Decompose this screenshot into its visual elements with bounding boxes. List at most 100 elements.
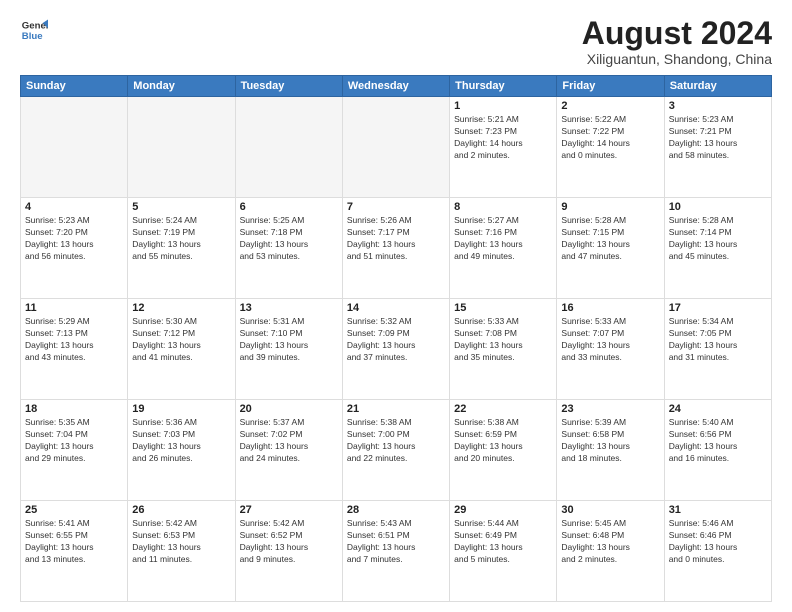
week-row-2: 4Sunrise: 5:23 AM Sunset: 7:20 PM Daylig… bbox=[21, 198, 772, 299]
table-cell: 15Sunrise: 5:33 AM Sunset: 7:08 PM Dayli… bbox=[450, 299, 557, 400]
week-row-4: 18 Sunrise: 5:35 AM Sunset: 7:04 PM Dayli… bbox=[21, 400, 772, 501]
day-number: 18 bbox=[25, 403, 123, 415]
table-cell: 25 Sunrise: 5:41 AM Sunset: 6:55 PM Dayli… bbox=[21, 501, 128, 602]
day-info: Sunrise: 5:38 AM Sunset: 7:00 PM Dayligh… bbox=[347, 417, 445, 465]
table-cell: 1Sunrise: 5:21 AM Sunset: 7:23 PM Daylig… bbox=[450, 97, 557, 198]
table-cell: 11 Sunrise: 5:29 AM Sunset: 7:13 PM Dayli… bbox=[21, 299, 128, 400]
table-cell: 2 Sunrise: 5:22 AM Sunset: 7:22 PM Daylig… bbox=[557, 97, 664, 198]
table-cell: 5 Sunrise: 5:24 AM Sunset: 7:19 PM Daylig… bbox=[128, 198, 235, 299]
header-saturday: Saturday bbox=[664, 76, 771, 97]
table-cell: 24 Sunrise: 5:40 AM Sunset: 6:56 PM Dayli… bbox=[664, 400, 771, 501]
day-number: 11 bbox=[25, 302, 123, 314]
logo-icon: General Blue bbox=[20, 16, 48, 44]
day-info: Sunrise: 5:29 AM Sunset: 7:13 PM Dayligh… bbox=[25, 316, 123, 364]
day-info: Sunrise: 5:36 AM Sunset: 7:03 PM Dayligh… bbox=[132, 417, 230, 465]
table-cell: 20 Sunrise: 5:37 AM Sunset: 7:02 PM Dayli… bbox=[235, 400, 342, 501]
table-cell bbox=[342, 97, 449, 198]
header-tuesday: Tuesday bbox=[235, 76, 342, 97]
day-info: Sunrise: 5:35 AM Sunset: 7:04 PM Dayligh… bbox=[25, 417, 123, 465]
day-number: 17 bbox=[669, 302, 767, 314]
logo: General Blue bbox=[20, 16, 48, 44]
weekday-header-row: Sunday Monday Tuesday Wednesday Thursday… bbox=[21, 76, 772, 97]
day-info: Sunrise: 5:46 AM Sunset: 6:46 PM Dayligh… bbox=[669, 518, 767, 566]
header-monday: Monday bbox=[128, 76, 235, 97]
day-info: Sunrise: 5:30 AM Sunset: 7:12 PM Dayligh… bbox=[132, 316, 230, 364]
table-cell: 30 Sunrise: 5:45 AM Sunset: 6:48 PM Dayli… bbox=[557, 501, 664, 602]
table-cell: 23 Sunrise: 5:39 AM Sunset: 6:58 PM Dayli… bbox=[557, 400, 664, 501]
table-cell bbox=[21, 97, 128, 198]
day-info: Sunrise: 5:42 AM Sunset: 6:53 PM Dayligh… bbox=[132, 518, 230, 566]
day-number: 13 bbox=[240, 302, 338, 314]
day-number: 19 bbox=[132, 403, 230, 415]
day-info: Sunrise: 5:26 AM Sunset: 7:17 PM Dayligh… bbox=[347, 215, 445, 263]
day-number: 10 bbox=[669, 201, 767, 213]
day-number: 22 bbox=[454, 403, 552, 415]
day-info: Sunrise: 5:32 AM Sunset: 7:09 PM Dayligh… bbox=[347, 316, 445, 364]
table-cell: 18 Sunrise: 5:35 AM Sunset: 7:04 PM Dayli… bbox=[21, 400, 128, 501]
calendar-title: August 2024 bbox=[582, 16, 772, 51]
table-cell: 4Sunrise: 5:23 AM Sunset: 7:20 PM Daylig… bbox=[21, 198, 128, 299]
table-cell: 13 Sunrise: 5:31 AM Sunset: 7:10 PM Dayli… bbox=[235, 299, 342, 400]
day-number: 5 bbox=[132, 201, 230, 213]
day-number: 14 bbox=[347, 302, 445, 314]
day-info: Sunrise: 5:24 AM Sunset: 7:19 PM Dayligh… bbox=[132, 215, 230, 263]
header: General Blue August 2024 Xiliguantun, Sh… bbox=[20, 16, 772, 67]
table-cell: 31 Sunrise: 5:46 AM Sunset: 6:46 PM Dayli… bbox=[664, 501, 771, 602]
day-info: Sunrise: 5:31 AM Sunset: 7:10 PM Dayligh… bbox=[240, 316, 338, 364]
day-number: 8 bbox=[454, 201, 552, 213]
table-cell: 27 Sunrise: 5:42 AM Sunset: 6:52 PM Dayli… bbox=[235, 501, 342, 602]
day-info: Sunrise: 5:41 AM Sunset: 6:55 PM Dayligh… bbox=[25, 518, 123, 566]
day-number: 1 bbox=[454, 100, 552, 112]
header-sunday: Sunday bbox=[21, 76, 128, 97]
table-cell: 7 Sunrise: 5:26 AM Sunset: 7:17 PM Daylig… bbox=[342, 198, 449, 299]
day-info: Sunrise: 5:25 AM Sunset: 7:18 PM Dayligh… bbox=[240, 215, 338, 263]
day-number: 27 bbox=[240, 504, 338, 516]
day-number: 28 bbox=[347, 504, 445, 516]
table-cell: 22 Sunrise: 5:38 AM Sunset: 6:59 PM Dayli… bbox=[450, 400, 557, 501]
day-number: 26 bbox=[132, 504, 230, 516]
header-thursday: Thursday bbox=[450, 76, 557, 97]
day-info: Sunrise: 5:22 AM Sunset: 7:22 PM Dayligh… bbox=[561, 114, 659, 162]
table-cell: 14 Sunrise: 5:32 AM Sunset: 7:09 PM Dayli… bbox=[342, 299, 449, 400]
calendar-table: Sunday Monday Tuesday Wednesday Thursday… bbox=[20, 75, 772, 602]
day-info: Sunrise: 5:27 AM Sunset: 7:16 PM Dayligh… bbox=[454, 215, 552, 263]
week-row-1: 1Sunrise: 5:21 AM Sunset: 7:23 PM Daylig… bbox=[21, 97, 772, 198]
title-block: August 2024 Xiliguantun, Shandong, China bbox=[582, 16, 772, 67]
day-number: 3 bbox=[669, 100, 767, 112]
table-cell: 9Sunrise: 5:28 AM Sunset: 7:15 PM Daylig… bbox=[557, 198, 664, 299]
day-number: 6 bbox=[240, 201, 338, 213]
table-cell: 19 Sunrise: 5:36 AM Sunset: 7:03 PM Dayli… bbox=[128, 400, 235, 501]
day-info: Sunrise: 5:38 AM Sunset: 6:59 PM Dayligh… bbox=[454, 417, 552, 465]
table-cell bbox=[235, 97, 342, 198]
table-cell: 3 Sunrise: 5:23 AM Sunset: 7:21 PM Daylig… bbox=[664, 97, 771, 198]
day-number: 31 bbox=[669, 504, 767, 516]
day-info: Sunrise: 5:45 AM Sunset: 6:48 PM Dayligh… bbox=[561, 518, 659, 566]
day-number: 7 bbox=[347, 201, 445, 213]
header-wednesday: Wednesday bbox=[342, 76, 449, 97]
table-cell: 16Sunrise: 5:33 AM Sunset: 7:07 PM Dayli… bbox=[557, 299, 664, 400]
day-number: 30 bbox=[561, 504, 659, 516]
day-info: Sunrise: 5:42 AM Sunset: 6:52 PM Dayligh… bbox=[240, 518, 338, 566]
header-friday: Friday bbox=[557, 76, 664, 97]
day-info: Sunrise: 5:37 AM Sunset: 7:02 PM Dayligh… bbox=[240, 417, 338, 465]
table-cell: 29Sunrise: 5:44 AM Sunset: 6:49 PM Dayli… bbox=[450, 501, 557, 602]
day-info: Sunrise: 5:23 AM Sunset: 7:21 PM Dayligh… bbox=[669, 114, 767, 162]
day-number: 9 bbox=[561, 201, 659, 213]
table-cell: 6 Sunrise: 5:25 AM Sunset: 7:18 PM Daylig… bbox=[235, 198, 342, 299]
day-info: Sunrise: 5:39 AM Sunset: 6:58 PM Dayligh… bbox=[561, 417, 659, 465]
day-info: Sunrise: 5:40 AM Sunset: 6:56 PM Dayligh… bbox=[669, 417, 767, 465]
day-number: 20 bbox=[240, 403, 338, 415]
day-info: Sunrise: 5:33 AM Sunset: 7:07 PM Dayligh… bbox=[561, 316, 659, 364]
day-number: 2 bbox=[561, 100, 659, 112]
table-cell bbox=[128, 97, 235, 198]
table-cell: 8 Sunrise: 5:27 AM Sunset: 7:16 PM Daylig… bbox=[450, 198, 557, 299]
day-number: 24 bbox=[669, 403, 767, 415]
day-info: Sunrise: 5:28 AM Sunset: 7:14 PM Dayligh… bbox=[669, 215, 767, 263]
day-number: 29 bbox=[454, 504, 552, 516]
calendar-subtitle: Xiliguantun, Shandong, China bbox=[582, 51, 772, 67]
table-cell: 26 Sunrise: 5:42 AM Sunset: 6:53 PM Dayli… bbox=[128, 501, 235, 602]
day-number: 4 bbox=[25, 201, 123, 213]
day-number: 23 bbox=[561, 403, 659, 415]
day-number: 15 bbox=[454, 302, 552, 314]
day-number: 25 bbox=[25, 504, 123, 516]
